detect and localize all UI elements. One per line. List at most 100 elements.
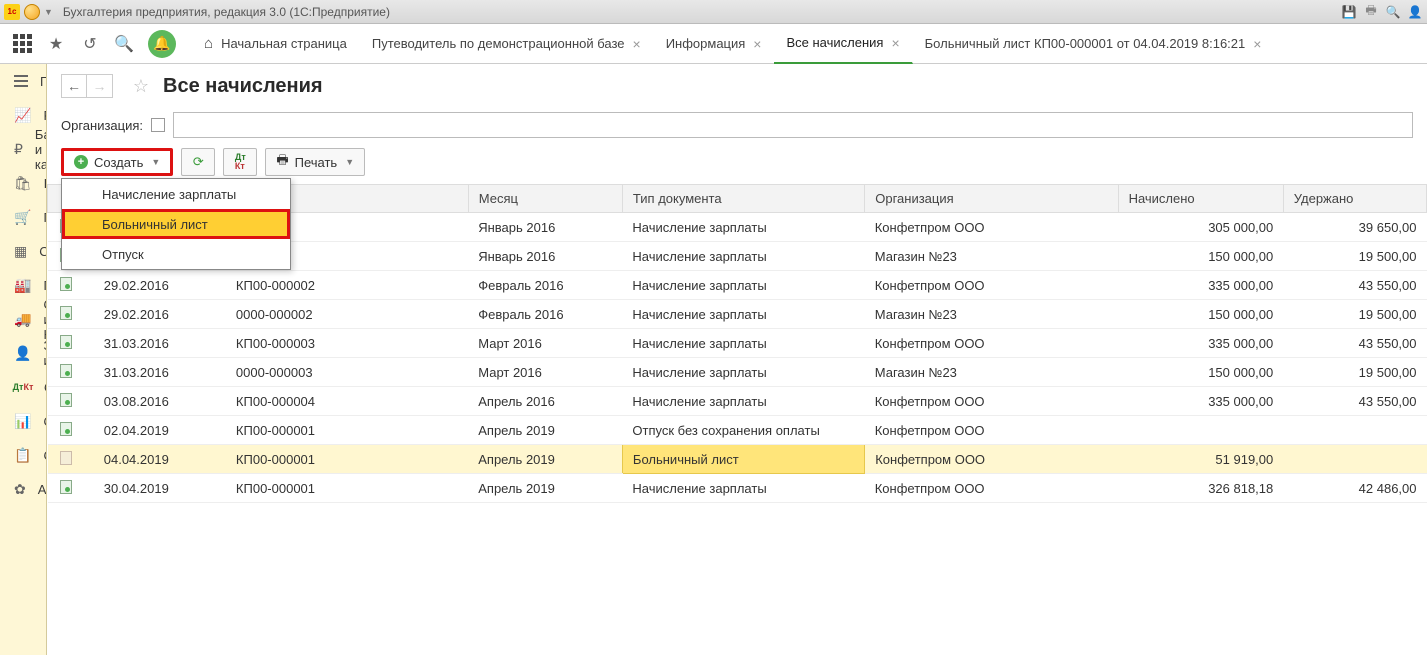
sidebar-item-8[interactable]: 👤Зарплата и кадры: [0, 336, 46, 370]
dropdown-item-1[interactable]: Больничный лист: [62, 209, 290, 239]
print-icon[interactable]: 🖶: [1363, 4, 1379, 20]
cell-date: 03.08.2016: [94, 387, 226, 416]
cell-accrued: 150 000,00: [1118, 358, 1283, 387]
sidebar-item-4[interactable]: 🛒Покупки: [0, 200, 46, 234]
cell-deducted: 42 486,00: [1283, 474, 1426, 503]
cell-accrued: 51 919,00: [1118, 445, 1283, 474]
cell-number: КП00-000001: [226, 445, 468, 474]
cell-type: Начисление зарплаты: [622, 474, 864, 503]
document-status-icon: [58, 277, 74, 291]
table-row[interactable]: 04.04.2019КП00-000001Апрель 2019Больничн…: [48, 445, 1427, 474]
tabs-bar: ⌂ Начальная страница Путеводитель по дем…: [188, 24, 1427, 64]
sidebar-item-10[interactable]: 📊Отчеты: [0, 404, 46, 438]
tab-3[interactable]: Больничный лист КП00-000001 от 04.04.201…: [913, 24, 1275, 64]
column-header[interactable]: Начислено: [1118, 185, 1283, 213]
dtkt-icon: ДтКт: [235, 153, 246, 171]
tab-home[interactable]: ⌂ Начальная страница: [188, 24, 360, 64]
cell-month: Март 2016: [468, 358, 622, 387]
sidebar-item-11[interactable]: 📋Справочники: [0, 438, 46, 472]
close-icon[interactable]: ×: [753, 36, 761, 52]
cell-accrued: 335 000,00: [1118, 387, 1283, 416]
bars-icon: 📊: [14, 412, 31, 430]
column-header[interactable]: Тип документа: [622, 185, 864, 213]
favorite-star-icon[interactable]: ☆: [129, 74, 153, 98]
notifications-bell-icon[interactable]: 🔔: [148, 30, 176, 58]
cell-deducted: [1283, 416, 1426, 445]
sidebar-item-6[interactable]: 🏭Производство: [0, 268, 46, 302]
tab-label: Все начисления: [786, 35, 883, 50]
tab-0[interactable]: Путеводитель по демонстрационной базе×: [360, 24, 654, 64]
sidebar-item-5[interactable]: ▦Склад: [0, 234, 46, 268]
table-row[interactable]: 29.02.2016КП00-000002Февраль 2016Начисле…: [48, 271, 1427, 300]
nav-forward-button[interactable]: →: [87, 74, 113, 98]
cell-deducted: 43 550,00: [1283, 387, 1426, 416]
favorites-star-icon[interactable]: ★: [46, 34, 66, 54]
cell-date: 31.03.2016: [94, 329, 226, 358]
column-header[interactable]: Удержано: [1283, 185, 1426, 213]
table-row[interactable]: 03.08.2016КП00-000004Апрель 2016Начислен…: [48, 387, 1427, 416]
chevron-down-icon: ▼: [151, 157, 160, 167]
sidebar-item-7[interactable]: 🚚ОС и НМА: [0, 302, 46, 336]
content: ← → ☆ Все начисления Организация: + Созд…: [47, 64, 1427, 655]
dropdown-item-2[interactable]: Отпуск: [62, 239, 290, 269]
cell-deducted: 43 550,00: [1283, 271, 1426, 300]
cell-accrued: [1118, 416, 1283, 445]
cell-deducted: 43 550,00: [1283, 329, 1426, 358]
save-icon[interactable]: 💾: [1341, 4, 1357, 20]
table-row[interactable]: 29.02.20160000-000002Февраль 2016Начисле…: [48, 300, 1427, 329]
apps-grid-icon[interactable]: [12, 34, 32, 54]
table-row[interactable]: 02.04.2019КП00-000001Апрель 2019Отпуск б…: [48, 416, 1427, 445]
tab-label: Информация: [666, 36, 746, 51]
filter-org-input[interactable]: [173, 112, 1413, 138]
refresh-icon: ⟳: [193, 154, 204, 170]
tab-1[interactable]: Информация ×: [654, 24, 775, 64]
table-row[interactable]: 31.03.2016КП00-000003Март 2016Начисление…: [48, 329, 1427, 358]
page-title: Все начисления: [163, 75, 323, 98]
cell-org: Магазин №23: [865, 358, 1118, 387]
sidebar-item-9[interactable]: ДтКтОперации: [0, 370, 46, 404]
sidebar-item-12[interactable]: ✿Администрирование: [0, 472, 46, 506]
table-row[interactable]: 30.04.2019КП00-000001Апрель 2019Начислен…: [48, 474, 1427, 503]
dropdown-item-0[interactable]: Начисление зарплаты: [62, 179, 290, 209]
orange-circle-icon[interactable]: [24, 4, 40, 20]
cell-month: Апрель 2019: [468, 416, 622, 445]
cell-accrued: 335 000,00: [1118, 271, 1283, 300]
table-row[interactable]: 31.03.20160000-000003Март 2016Начисление…: [48, 358, 1427, 387]
cell-type: Начисление зарплаты: [622, 271, 864, 300]
plus-icon: +: [74, 155, 88, 169]
filter-org-checkbox[interactable]: [151, 118, 165, 132]
cell-date: 31.03.2016: [94, 358, 226, 387]
cell-accrued: 150 000,00: [1118, 300, 1283, 329]
document-status-icon: [58, 306, 74, 320]
tab-2[interactable]: Все начисления ×: [774, 24, 912, 64]
cell-org: Конфетпром ООО: [865, 387, 1118, 416]
sidebar-item-2[interactable]: ₽Банк и касса: [0, 132, 46, 166]
refresh-button[interactable]: ⟳: [181, 148, 215, 176]
close-icon[interactable]: ×: [891, 35, 899, 51]
cell-month: Апрель 2016: [468, 387, 622, 416]
column-header[interactable]: Месяц: [468, 185, 622, 213]
dropdown-arrow-icon[interactable]: ▼: [44, 7, 53, 17]
cell-number: КП00-000001: [226, 474, 468, 503]
search-toolbar-icon[interactable]: 🔍: [114, 34, 134, 54]
document-status-icon: [58, 480, 74, 494]
search-icon[interactable]: 🔍: [1385, 4, 1401, 20]
column-header[interactable]: Организация: [865, 185, 1118, 213]
print-button[interactable]: 🖶 Печать ▼: [265, 148, 365, 176]
close-icon[interactable]: ×: [1253, 36, 1261, 52]
user-status-icon[interactable]: 👤: [1407, 4, 1423, 20]
dtkt-icon: ДтКт: [14, 378, 32, 396]
cell-number: КП00-000001: [226, 416, 468, 445]
cell-number: КП00-000002: [226, 271, 468, 300]
create-button-label: Создать: [94, 155, 143, 170]
close-icon[interactable]: ×: [633, 36, 641, 52]
history-icon[interactable]: ↺: [80, 34, 100, 54]
cell-type: Начисление зарплаты: [622, 358, 864, 387]
cell-month: Апрель 2019: [468, 474, 622, 503]
dtkt-button[interactable]: ДтКт: [223, 148, 257, 176]
create-button[interactable]: + Создать ▼: [61, 148, 173, 176]
sidebar-item-0[interactable]: Главное: [0, 64, 46, 98]
cell-month: Февраль 2016: [468, 300, 622, 329]
nav-back-button[interactable]: ←: [61, 74, 87, 98]
cell-org: Конфетпром ООО: [865, 445, 1118, 474]
